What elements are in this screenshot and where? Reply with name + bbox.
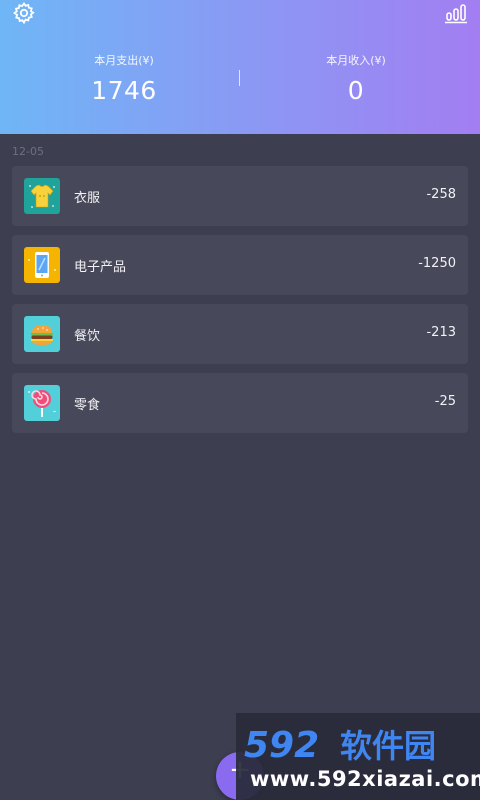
svg-text:软件园: 软件园 <box>340 727 436 765</box>
expense-label: 本月支出(¥) <box>94 54 154 67</box>
record-amount: -25 <box>434 394 456 409</box>
monthly-expense: 本月支出(¥) 1746 <box>4 48 244 105</box>
watermark-url: www.592xiazai.com <box>250 767 480 791</box>
monthly-income: 本月收入(¥) 0 <box>236 48 476 105</box>
lollipop-icon <box>24 385 60 421</box>
settings-button[interactable] <box>12 1 36 25</box>
statistics-button[interactable] <box>444 1 468 25</box>
category-name: 零食 <box>74 398 101 413</box>
date-group-label: 12-05 <box>12 145 44 158</box>
bar-chart-icon <box>445 4 467 24</box>
burger-icon <box>24 316 60 352</box>
record-item[interactable]: 电子产品 -1250 <box>12 235 468 295</box>
record-amount: -258 <box>426 187 456 202</box>
phone-icon <box>24 247 60 283</box>
category-name: 电子产品 <box>74 260 127 275</box>
record-item[interactable]: 零食 -25 <box>12 373 468 433</box>
record-amount: -1250 <box>418 256 456 271</box>
income-label: 本月收入(¥) <box>326 54 386 67</box>
svg-text:592: 592 <box>244 725 319 766</box>
expense-value: 1746 <box>91 76 157 105</box>
record-item[interactable]: 餐饮 -213 <box>12 304 468 364</box>
summary-header: 本月支出(¥) 1746 本月收入(¥) 0 <box>0 0 480 134</box>
category-name: 餐饮 <box>74 329 101 344</box>
gear-icon <box>12 1 35 25</box>
income-value: 0 <box>347 76 365 105</box>
site-watermark: 592 软件园 www.592xiazai.com <box>236 713 480 800</box>
category-name: 衣服 <box>74 191 101 206</box>
record-amount: -213 <box>426 325 456 340</box>
tshirt-icon <box>24 178 60 214</box>
watermark-logo: 592 软件园 <box>244 725 436 766</box>
record-item[interactable]: 衣服 -258 <box>12 166 468 226</box>
